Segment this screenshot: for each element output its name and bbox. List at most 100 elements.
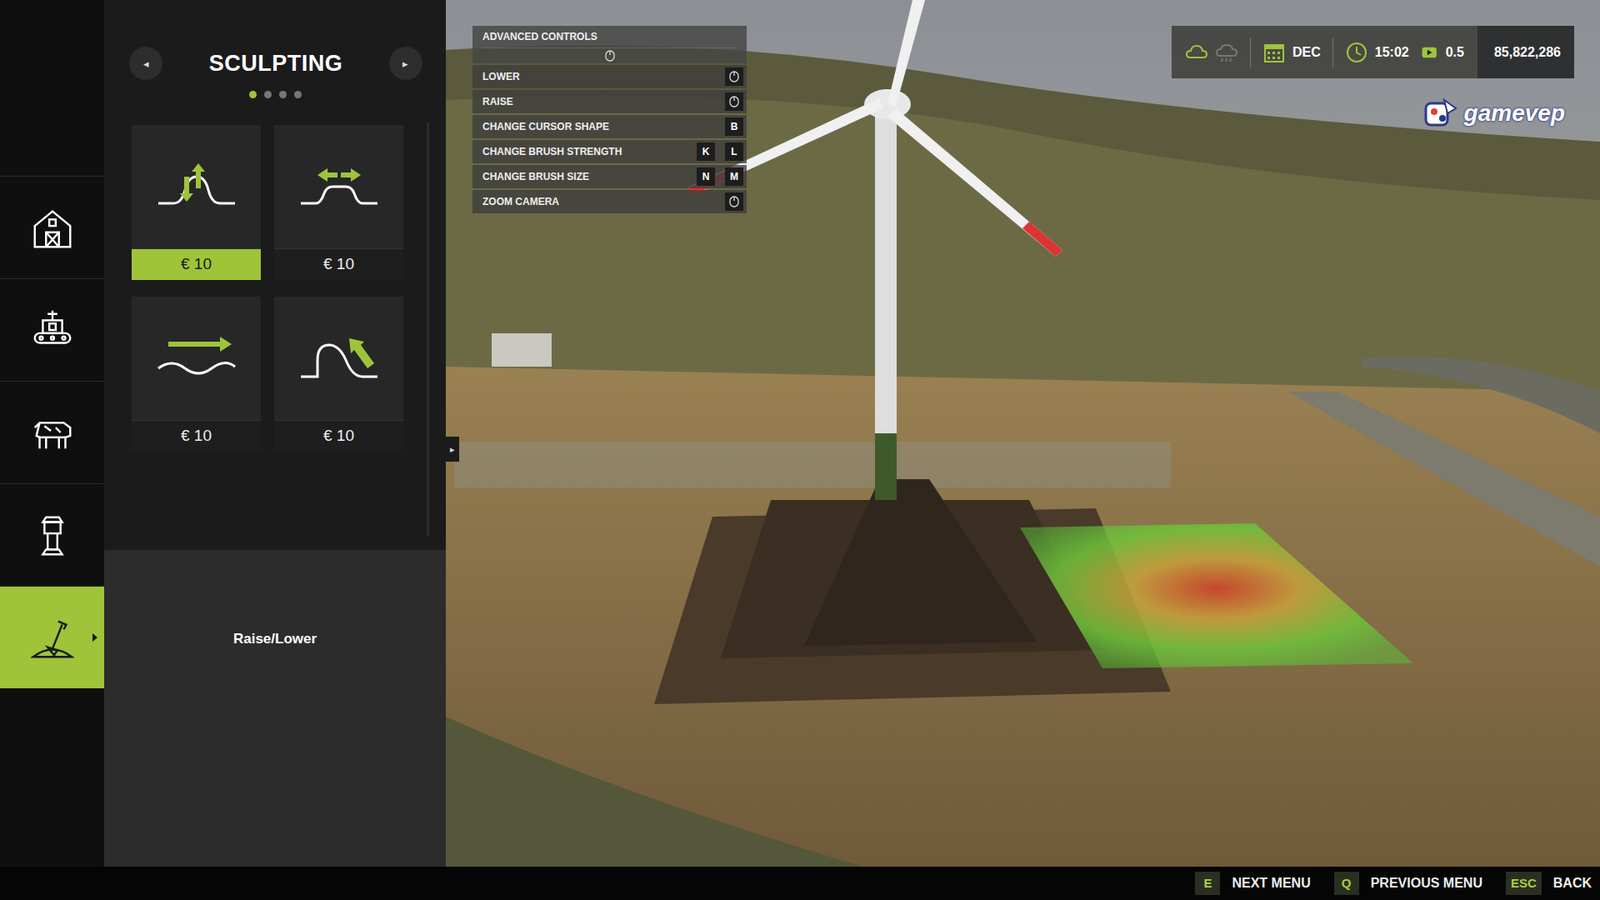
control-label: RAISE — [482, 94, 514, 110]
key-group — [725, 92, 744, 111]
money-balance: 85,822,286 — [1477, 25, 1575, 79]
footer-action[interactable]: E NEXT MENU — [1195, 871, 1310, 895]
controls-subrow — [482, 47, 737, 64]
calendar-month: DEC — [1262, 40, 1321, 65]
time-scale[interactable]: 0.5 — [1420, 42, 1465, 63]
action-label: BACK — [1553, 873, 1592, 894]
tool-price: € 10 — [131, 248, 261, 280]
sidebar-item[interactable] — [0, 585, 105, 689]
mouse-icon — [605, 50, 615, 62]
key-group: KL — [696, 142, 744, 161]
tool-price: € 10 — [131, 420, 261, 452]
control-row: LOWER — [472, 65, 747, 89]
key-button: N — [696, 167, 715, 186]
page-indicator — [104, 90, 446, 99]
control-row: CHANGE BRUSH SIZE NM — [472, 165, 747, 189]
scrollbar[interactable] — [426, 122, 430, 536]
key-button: K — [696, 142, 715, 161]
tool-image — [131, 296, 261, 420]
watermark-logo: gamevep — [1422, 95, 1565, 131]
advanced-controls: ADVANCED CONTROLS LOWER RAISE CHANGE CURSOR… — [472, 25, 747, 214]
tool-card[interactable]: € 10 — [274, 125, 404, 280]
page-dot[interactable] — [279, 90, 287, 99]
tool-price: € 10 — [274, 248, 404, 280]
tool-card[interactable]: € 10 — [131, 296, 261, 452]
tool-description: Raise/Lower — [104, 550, 446, 867]
sidebar-item[interactable] — [0, 175, 105, 279]
controls-title: ADVANCED CONTROLS — [482, 29, 737, 45]
divider — [1250, 37, 1251, 68]
key-group: NM — [696, 167, 744, 186]
tool-card[interactable]: € 10 — [274, 296, 404, 452]
control-label: CHANGE BRUSH SIZE — [482, 169, 590, 185]
production-icon — [28, 305, 77, 355]
footer-bar: E NEXT MENU Q PREVIOUS MENU ESC BACK — [0, 866, 1600, 900]
key-button: L — [725, 142, 744, 161]
collapse-panel-button[interactable]: ▸ — [445, 436, 460, 462]
game-screen: ◂ SCULPTING ▸ € 10 € 10 € 10 € 10 Raise/Lower — [0, 0, 1600, 900]
tool-card[interactable]: € 10 — [131, 125, 261, 280]
tool-price: € 10 — [274, 420, 404, 452]
sidebar-item[interactable] — [0, 380, 105, 484]
category-rail — [0, 0, 105, 867]
page-dot[interactable] — [294, 90, 302, 99]
key-group — [725, 67, 744, 86]
key-hint: E — [1195, 871, 1220, 895]
page-dot[interactable] — [249, 90, 257, 99]
footer-action[interactable]: ESC BACK — [1505, 871, 1592, 895]
sidebar-item[interactable] — [0, 483, 105, 586]
tool-image — [274, 296, 404, 420]
mouse-button — [725, 92, 744, 111]
weather-forecast — [1185, 40, 1239, 65]
raise-icon — [156, 160, 237, 214]
play-speed-icon — [1420, 43, 1440, 62]
key-group: B — [725, 117, 744, 136]
landscaping-icon — [28, 613, 77, 662]
flatten-icon — [299, 160, 380, 214]
panel-title: SCULPTING — [209, 46, 344, 81]
key-button: B — [725, 117, 744, 136]
page-dot[interactable] — [264, 90, 272, 99]
tool-image — [131, 125, 261, 249]
tool-grid: € 10 € 10 € 10 € 10 — [131, 125, 446, 452]
action-label: PREVIOUS MENU — [1370, 873, 1483, 894]
clock-icon — [1345, 40, 1369, 65]
month-label: DEC — [1292, 42, 1321, 63]
description-text: Raise/Lower — [233, 630, 317, 647]
control-label: LOWER — [482, 69, 520, 85]
key-hint: Q — [1334, 871, 1360, 895]
divider — [1332, 37, 1334, 68]
status-hud: DEC15:020.585,822,286 — [1171, 25, 1575, 79]
footer-action[interactable]: Q PREVIOUS MENU — [1334, 871, 1483, 895]
control-row: ZOOM CAMERA — [472, 190, 747, 214]
animals-icon — [28, 408, 77, 457]
control-row: RAISE — [472, 90, 747, 114]
panel-header: ◂ SCULPTING ▸ — [104, 46, 446, 81]
sidebar-item[interactable] — [0, 278, 105, 381]
decoration-icon — [28, 510, 77, 560]
smooth-icon — [156, 331, 237, 385]
mouse-button — [725, 192, 744, 211]
gamepad-logo-icon — [1422, 96, 1460, 130]
game-view[interactable]: ▸ ADVANCED CONTROLS LOWER RAISE CHANGE CURSO… — [445, 0, 1600, 867]
key-hint: ESC — [1505, 871, 1542, 895]
rain-cloud-icon — [1215, 40, 1239, 65]
previous-page-button[interactable]: ◂ — [129, 46, 163, 80]
control-row: CHANGE BRUSH STRENGTHKL — [472, 140, 747, 164]
control-label: ZOOM CAMERA — [482, 194, 560, 210]
action-label: NEXT MENU — [1231, 873, 1310, 894]
mouse-icon — [729, 195, 740, 208]
controls-header: ADVANCED CONTROLS — [472, 25, 747, 64]
slope-icon — [299, 331, 380, 385]
next-page-button[interactable]: ▸ — [389, 46, 423, 80]
tool-image — [274, 125, 404, 249]
control-row: CHANGE CURSOR SHAPEB — [472, 115, 747, 139]
watermark-text: gamevep — [1464, 95, 1565, 131]
key-button: M — [725, 167, 744, 186]
hud-info: DEC15:020.5 — [1171, 25, 1478, 79]
mouse-button — [725, 67, 744, 86]
cloud-icon — [1185, 40, 1209, 65]
farm-icon — [28, 203, 77, 252]
calendar-icon — [1262, 40, 1286, 65]
construction-panel: ◂ SCULPTING ▸ € 10 € 10 € 10 € 10 Raise/Lower — [104, 0, 446, 867]
